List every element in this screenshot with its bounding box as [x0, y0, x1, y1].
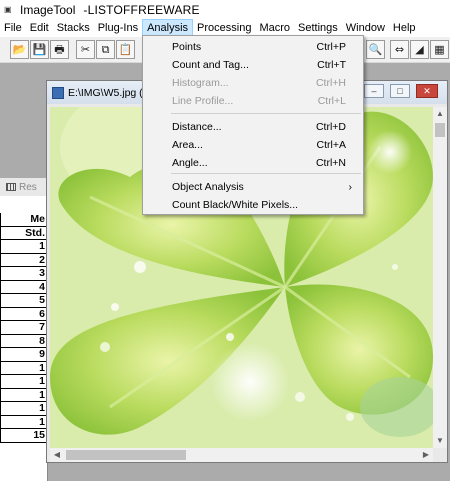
results-row-index: 1 [0, 388, 48, 402]
menu-item-count-black-white-pixels[interactable]: Count Black/White Pixels... [144, 196, 362, 214]
app-title-suffix: -LISTOFFREEWARE [83, 3, 200, 17]
results-row-index: 2 [0, 253, 48, 267]
results-row-index: 1 [0, 361, 48, 375]
menu-item-label: Area... [172, 139, 203, 151]
copy-icon[interactable]: ⧉ [96, 40, 115, 59]
menu-item-label: Count and Tag... [172, 59, 249, 71]
app-title-bar: ▣ ImageTool -LISTOFFREEWARE [0, 0, 450, 20]
results-window-title: Res [19, 181, 37, 193]
results-header-mean: Me [0, 213, 48, 227]
menu-edit[interactable]: Edit [26, 19, 53, 37]
analysis-menu-dropdown: Points Ctrl+P Count and Tag... Ctrl+T Histog… [142, 35, 364, 215]
menu-item-label: Line Profile... [172, 95, 234, 107]
results-row-index: 5 [0, 294, 48, 308]
results-row-index: 1 [0, 375, 48, 389]
menu-help[interactable]: Help [389, 19, 420, 37]
menu-item-shortcut: Ctrl+H [315, 77, 346, 89]
menu-stacks[interactable]: Stacks [53, 19, 94, 37]
table-icon [6, 183, 16, 191]
binary-icon[interactable]: ⇔ [390, 40, 409, 59]
results-row-index: 1 [0, 402, 48, 416]
menu-separator [171, 113, 361, 114]
menu-item-shortcut: Ctrl+T [317, 59, 346, 71]
image-file-icon [52, 86, 64, 99]
app-icon: ▣ [4, 5, 12, 14]
grid-icon[interactable]: ▦ [430, 40, 449, 59]
menu-item-label: Histogram... [172, 77, 229, 89]
menu-item-shortcut: Ctrl+D [315, 121, 346, 133]
menu-item-count-and-tag[interactable]: Count and Tag... Ctrl+T [144, 56, 362, 74]
menu-item-shortcut: Ctrl+L [317, 95, 346, 107]
horizontal-scroll-thumb[interactable] [66, 450, 186, 460]
results-row-index: 1 [0, 415, 48, 429]
app-title: ImageTool [20, 3, 76, 17]
menu-plug-ins[interactable]: Plug-Ins [94, 19, 142, 37]
results-row-index: 9 [0, 348, 48, 362]
cut-icon[interactable]: ✂ [76, 40, 95, 59]
results-row-index: 4 [0, 280, 48, 294]
menu-item-shortcut: Ctrl+N [315, 157, 346, 169]
menu-item-label: Angle... [172, 157, 208, 169]
menu-item-label: Object Analysis [172, 181, 244, 193]
horizontal-scrollbar[interactable]: ◀ ▶ [50, 448, 433, 462]
menu-item-label: Points [172, 41, 202, 53]
menu-file[interactable]: File [0, 19, 26, 37]
results-row-index: 1 [0, 240, 48, 254]
minimize-button[interactable]: – [364, 84, 384, 98]
menu-item-shortcut: Ctrl+P [316, 41, 346, 53]
menu-item-shortcut: Ctrl+A [316, 139, 346, 151]
vertical-scroll-thumb[interactable] [435, 123, 445, 137]
results-row-index: 3 [0, 267, 48, 281]
menu-separator [171, 173, 361, 174]
menu-item-points[interactable]: Points Ctrl+P [144, 38, 362, 56]
scroll-down-icon[interactable]: ▼ [433, 434, 447, 448]
image-window-title: E:\IMG\W5.jpg (1: [68, 86, 152, 99]
results-table: Me Std. 1 2 3 4 5 6 7 8 9 1 1 1 1 1 15 [0, 213, 48, 443]
scroll-left-icon[interactable]: ◀ [50, 448, 64, 462]
results-row-index: 6 [0, 307, 48, 321]
results-row-index: 8 [0, 334, 48, 348]
results-row-index: 15 [0, 429, 48, 443]
save-file-icon[interactable]: 💾 [30, 40, 49, 59]
menu-item-angle[interactable]: Angle... Ctrl+N [144, 154, 362, 172]
menu-item-histogram: Histogram... Ctrl+H [144, 74, 362, 92]
results-header-std: Std. [0, 226, 48, 240]
print-icon[interactable]: 🖶 [50, 40, 69, 59]
menu-item-label: Distance... [172, 121, 222, 133]
paste-icon[interactable]: 📋 [116, 40, 135, 59]
menu-item-area[interactable]: Area... Ctrl+A [144, 136, 362, 154]
close-button[interactable]: ✕ [416, 84, 438, 98]
menu-item-line-profile: Line Profile... Ctrl+L [144, 92, 362, 110]
menu-item-distance[interactable]: Distance... Ctrl+D [144, 118, 362, 136]
open-file-icon[interactable]: 📂 [10, 40, 29, 59]
gradient-icon[interactable]: ◢ [410, 40, 429, 59]
menu-item-label: Count Black/White Pixels... [172, 199, 299, 211]
submenu-arrow-icon: › [348, 181, 353, 193]
zoom-icon[interactable]: 🔍 [366, 40, 385, 59]
scroll-up-icon[interactable]: ▲ [433, 107, 447, 121]
results-window-titlebar[interactable]: Res [0, 178, 47, 196]
menu-item-object-analysis[interactable]: Object Analysis › [144, 178, 362, 196]
vertical-scrollbar[interactable]: ▲ ▼ [433, 107, 447, 448]
maximize-button[interactable]: □ [390, 84, 410, 98]
results-row-index: 7 [0, 321, 48, 335]
results-window[interactable]: Res Me Std. 1 2 3 4 5 6 7 8 9 1 1 1 1 1 15 [0, 178, 48, 481]
scroll-right-icon[interactable]: ▶ [419, 448, 433, 462]
